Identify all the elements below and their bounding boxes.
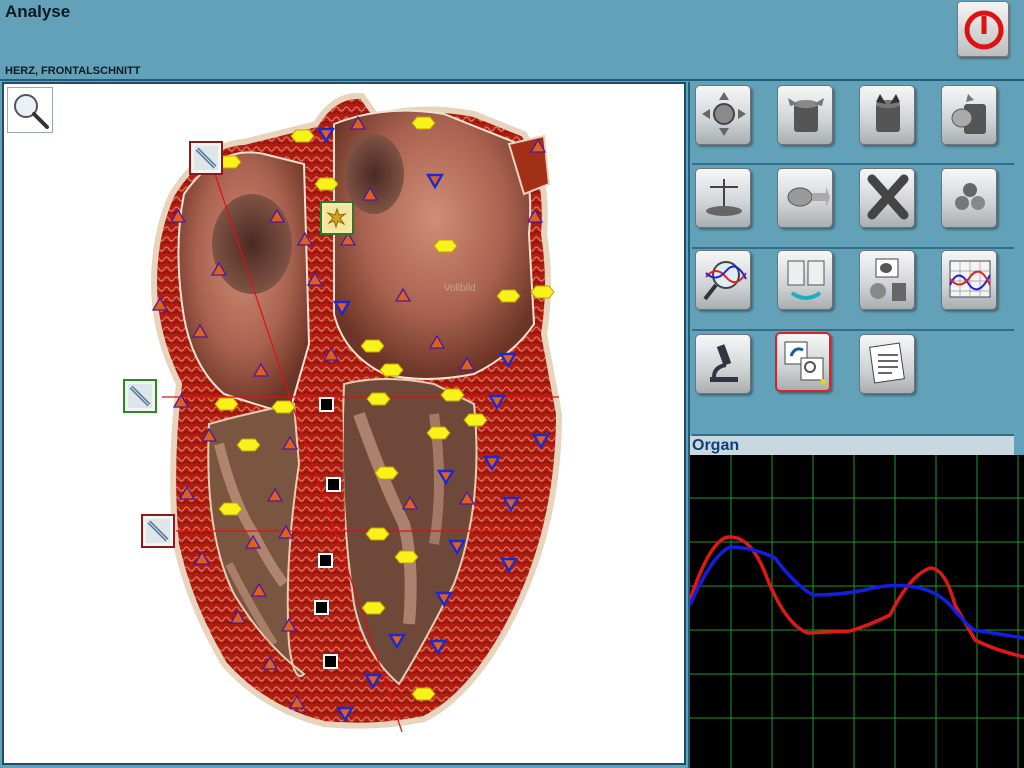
organ-graph-plot (688, 455, 1024, 768)
title-bar: Analyse HERZ, FRONTALSCHNITT (0, 0, 1024, 80)
needle-tool-bottom[interactable] (141, 514, 175, 548)
marker-hexagon[interactable] (426, 426, 451, 440)
report-icon (869, 342, 905, 384)
marker-square[interactable] (318, 553, 333, 568)
marker-hexagon[interactable] (365, 527, 390, 541)
marker-hexagon[interactable] (290, 129, 315, 143)
power-icon (964, 10, 1004, 50)
needle-icon (146, 519, 170, 543)
heart-frontal-section-image: Vollbild (150, 92, 563, 733)
cell-tool[interactable] (320, 201, 354, 235)
spheres-icon (955, 183, 985, 210)
wave-graph-icon (949, 260, 991, 298)
marker-square[interactable] (314, 600, 329, 615)
panel-row-divider (692, 163, 1014, 165)
marker-hexagon[interactable] (218, 502, 243, 516)
marker-hexagon[interactable] (366, 392, 391, 406)
magnifier-icon (14, 94, 49, 129)
power-button[interactable] (957, 1, 1009, 57)
marker-hexagon[interactable] (314, 177, 339, 191)
marker-square[interactable] (319, 397, 334, 412)
wave-graph-button[interactable] (941, 250, 997, 310)
marker-hexagon[interactable] (496, 289, 521, 303)
organ-arrow-icon (787, 187, 830, 207)
organ-cycle-icon (870, 258, 906, 301)
marker-hexagon[interactable] (411, 687, 436, 701)
organ-graph (688, 455, 1024, 768)
marker-square[interactable] (326, 477, 341, 492)
zoom-button[interactable] (7, 87, 53, 133)
vena-cava-opening (212, 194, 292, 294)
microscope-button[interactable] (695, 334, 751, 394)
panel-row-divider (692, 247, 1014, 249)
marker-hexagon[interactable] (411, 116, 436, 130)
spectrum-magnify-button[interactable] (695, 250, 751, 310)
organ-graph-label: Organ (690, 436, 1014, 455)
marker-hexagon[interactable] (361, 601, 386, 615)
marker-hexagon[interactable] (214, 397, 239, 411)
needle-icon (128, 384, 152, 408)
compare-button[interactable] (775, 332, 831, 392)
anatomy-canvas[interactable]: Vollbild (2, 82, 686, 765)
app-title: Analyse (5, 2, 71, 21)
graph-series-blue (688, 545, 1024, 640)
marker-hexagon[interactable] (530, 285, 555, 299)
marker-hexagon[interactable] (394, 550, 419, 564)
focus-target-button[interactable] (695, 85, 751, 145)
organ-container-button[interactable] (941, 85, 997, 145)
title-divider (0, 79, 1024, 81)
clear-button[interactable] (859, 168, 915, 228)
graph-grid (690, 455, 1024, 768)
needle-tool-middle[interactable] (123, 379, 157, 413)
container-in-icon (876, 94, 900, 132)
microscope-icon (710, 344, 738, 382)
needle-icon (194, 146, 218, 170)
marker-square[interactable] (323, 654, 338, 669)
organ-cycle-button[interactable] (859, 250, 915, 310)
marker-hexagon[interactable] (374, 466, 399, 480)
marker-hexagon[interactable] (433, 239, 458, 253)
focus-target-icon (702, 92, 746, 136)
book-cycle-button[interactable] (777, 250, 833, 310)
needle-tool-top[interactable] (189, 141, 223, 175)
cell-icon (325, 206, 349, 230)
graph-series-red (688, 535, 1024, 659)
container-out-icon (788, 98, 824, 132)
marker-hexagon[interactable] (440, 388, 465, 402)
scale-icon (706, 179, 742, 216)
container-out-button[interactable] (777, 85, 833, 145)
marker-hexagon[interactable] (271, 400, 296, 414)
marker-hexagon[interactable] (236, 438, 261, 452)
compare-icon (784, 341, 826, 385)
panel-row-divider (692, 329, 1014, 331)
organ-arrow-button[interactable] (777, 168, 833, 228)
canvas-watermark: Vollbild (444, 283, 476, 294)
spectrum-magnify-icon (703, 261, 747, 301)
marker-hexagon[interactable] (360, 339, 385, 353)
spheres-button[interactable] (941, 168, 997, 228)
container-in-button[interactable] (859, 85, 915, 145)
report-button[interactable] (859, 334, 915, 394)
book-cycle-icon (787, 260, 825, 300)
scale-button[interactable] (695, 168, 751, 228)
organ-container-icon (951, 94, 986, 134)
marker-hexagon[interactable] (463, 413, 488, 427)
marker-hexagon[interactable] (379, 363, 404, 377)
clear-x-icon (867, 174, 909, 220)
organ-subtitle: HERZ, FRONTALSCHNITT (5, 65, 141, 77)
